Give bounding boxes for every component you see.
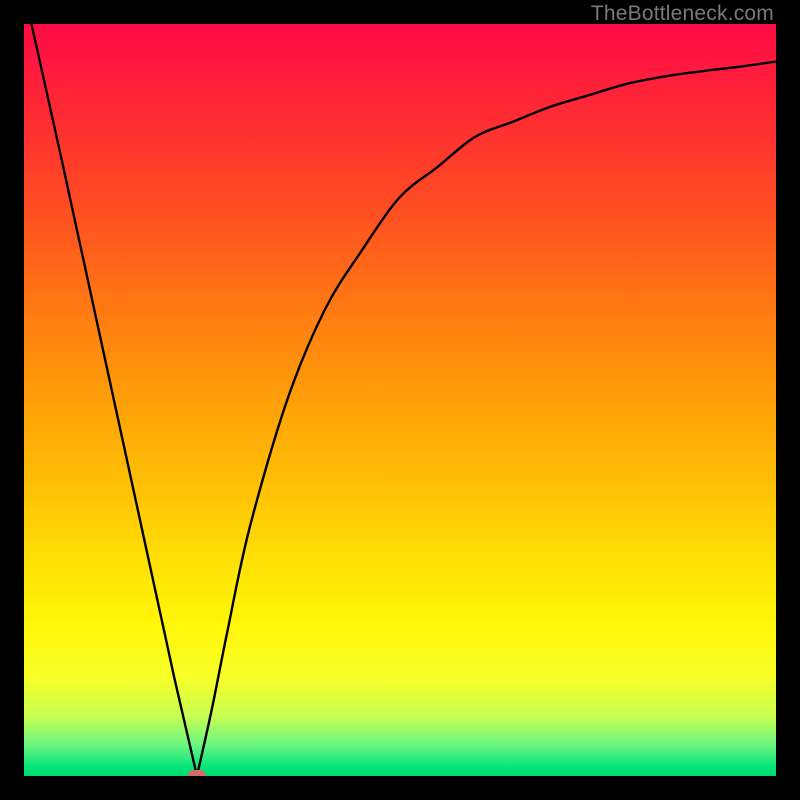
watermark-text: TheBottleneck.com [591, 2, 774, 26]
bottleneck-curve [24, 24, 776, 776]
plot-area [24, 24, 776, 776]
chart-frame: TheBottleneck.com [0, 0, 800, 800]
minimum-marker-icon [188, 770, 206, 776]
